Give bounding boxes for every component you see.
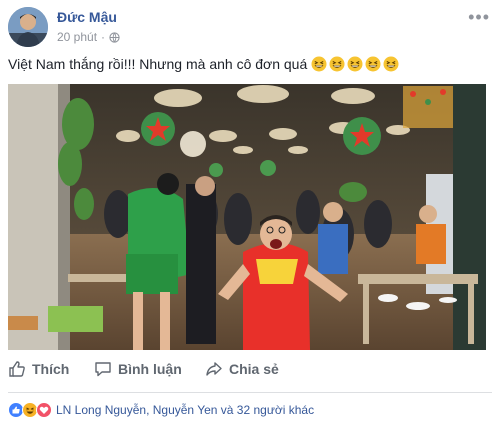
share-arrow-icon (206, 362, 222, 376)
meta-separator: · (101, 30, 106, 44)
comment-button[interactable]: Bình luận (94, 360, 182, 378)
author-name[interactable]: Đức Mậu (57, 9, 117, 25)
post-meta: 20 phút · (57, 30, 120, 44)
reactions-bar[interactable]: LN Long Nguyễn, Nguyễn Yen và 32 người k… (8, 402, 314, 418)
love-reaction-icon (36, 402, 52, 418)
post-text: Việt Nam thắng rồi!!! Nhưng mà anh cô đơ… (8, 56, 308, 72)
reaction-icons (8, 402, 52, 418)
more-options-button[interactable]: ••• (468, 8, 490, 26)
share-label: Chia sẻ (229, 361, 279, 377)
post-emojis (311, 56, 399, 72)
post-time[interactable]: 20 phút (57, 30, 97, 44)
like-label: Thích (32, 361, 70, 377)
grinning-squinting-face-icon (383, 56, 399, 72)
grinning-squinting-face-icon (347, 56, 363, 72)
post-photo[interactable] (8, 84, 486, 350)
comment-label: Bình luận (118, 361, 182, 377)
post-card: Đức Mậu 20 phút · ••• Việt Nam thắng rồi… (0, 0, 500, 422)
comment-icon (95, 362, 111, 377)
reactions-divider (8, 392, 492, 393)
grinning-squinting-face-icon (311, 56, 327, 72)
share-button[interactable]: Chia sẻ (205, 360, 279, 378)
post-actions: Thích Bình luận Chia sẻ (0, 356, 500, 386)
author-avatar[interactable] (8, 7, 48, 47)
grinning-squinting-face-icon (329, 56, 345, 72)
like-button[interactable]: Thích (8, 360, 69, 378)
avatar-photo (8, 7, 48, 47)
celebration-photo (8, 84, 486, 350)
globe-icon[interactable] (109, 31, 120, 43)
grinning-squinting-face-icon (365, 56, 381, 72)
post-text-row: Việt Nam thắng rồi!!! Nhưng mà anh cô đơ… (8, 56, 399, 72)
thumbs-up-icon (9, 361, 25, 377)
reactions-summary[interactable]: LN Long Nguyễn, Nguyễn Yen và 32 người k… (56, 403, 314, 417)
